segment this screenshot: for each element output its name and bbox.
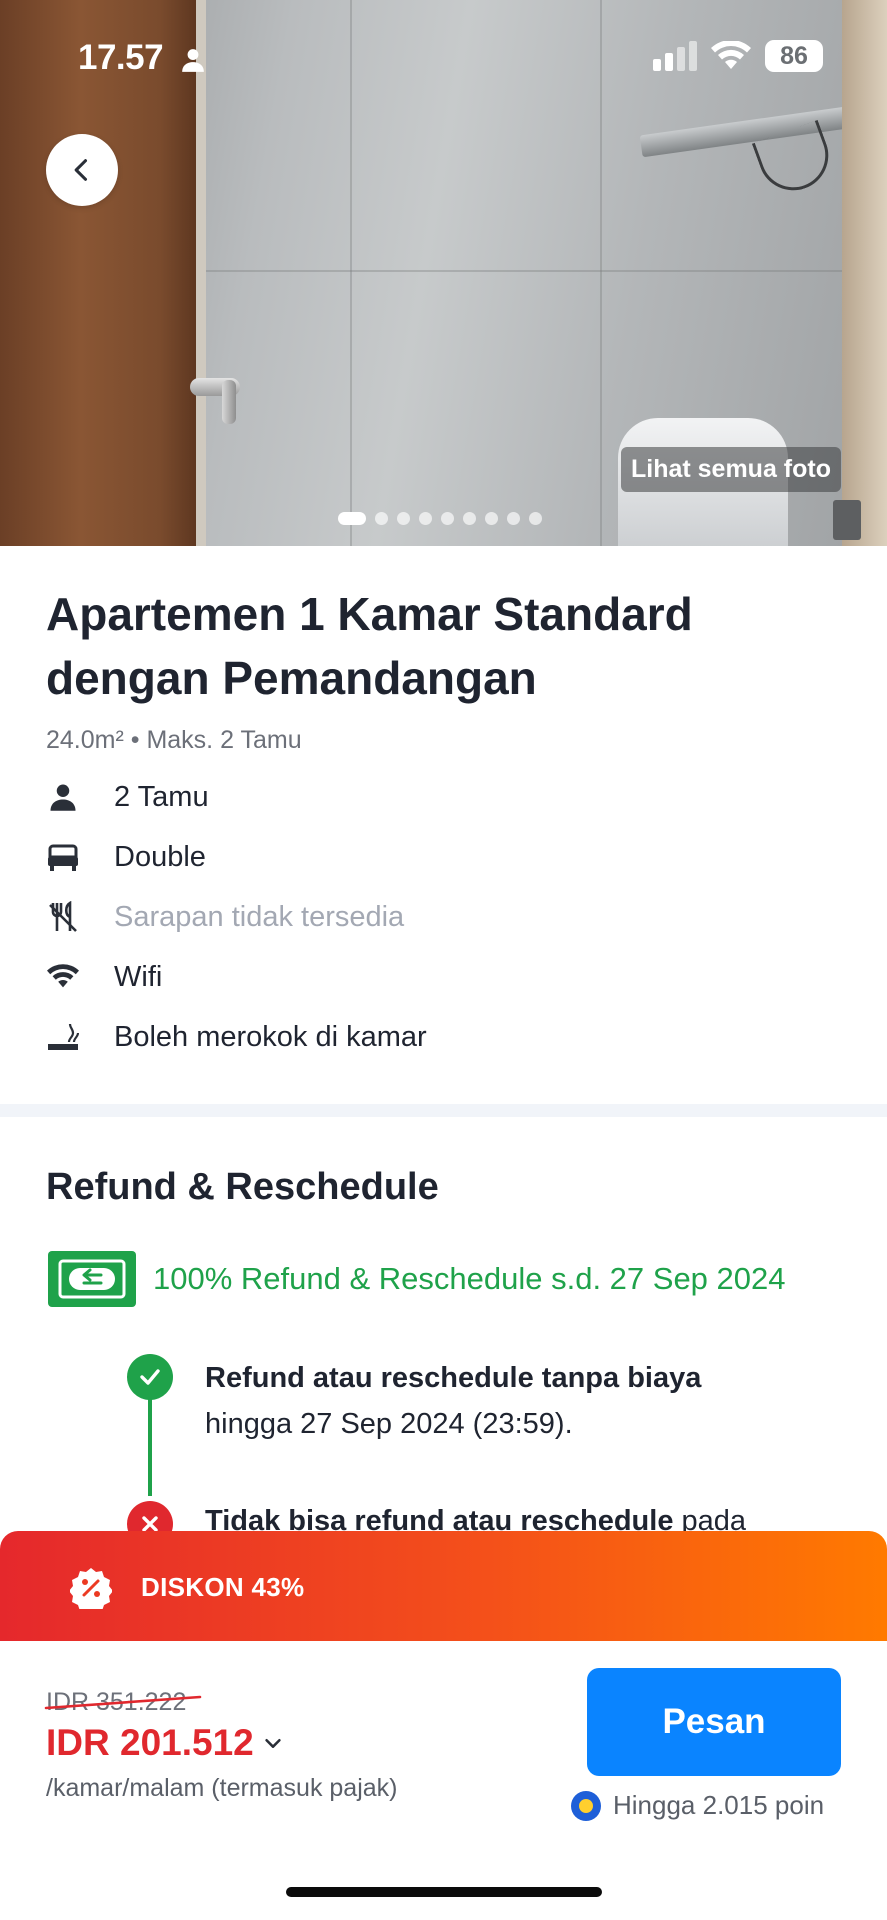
discount-label: DISKON 43% <box>141 1572 305 1602</box>
points-label: Hingga 2.015 poin <box>613 1790 825 1820</box>
feature-label: Double <box>114 840 206 873</box>
photo-door <box>0 0 200 546</box>
discount-badge-icon <box>70 1568 112 1609</box>
timeline-free-refund-title: Refund atau reschedule tanpa biaya <box>205 1362 702 1394</box>
status-icons: 86 <box>653 40 823 72</box>
discount-banner <box>0 1531 887 1641</box>
wifi-icon <box>46 960 80 994</box>
person-icon <box>182 49 204 72</box>
photo-wall <box>842 0 887 546</box>
feature-wifi: Wifi <box>46 960 162 994</box>
price-strikethrough <box>44 1695 202 1710</box>
refund-policy-summary: 100% Refund & Reschedule s.d. 27 Sep 202… <box>153 1261 786 1296</box>
carousel-dot-active[interactable] <box>338 512 366 525</box>
photo-door-handle <box>222 380 236 424</box>
status-time: 17.57 <box>78 38 164 77</box>
carousel-dot[interactable] <box>485 512 498 525</box>
refund-section-title: Refund & Reschedule <box>46 1166 439 1208</box>
feature-smoking: Boleh merokok di kamar <box>46 1020 427 1054</box>
carousel-dot[interactable] <box>463 512 476 525</box>
carousel-dots <box>338 512 542 525</box>
photo-detail <box>350 0 352 546</box>
battery-icon: 86 <box>765 40 823 72</box>
carousel-dot[interactable] <box>441 512 454 525</box>
feature-bed: Double <box>46 840 206 874</box>
back-button[interactable] <box>46 134 118 206</box>
check-icon <box>127 1354 173 1400</box>
carousel-dot[interactable] <box>419 512 432 525</box>
chevron-left-icon <box>74 159 88 181</box>
feature-guests: 2 Tamu <box>46 780 209 814</box>
refund-money-icon <box>48 1251 136 1307</box>
carousel-dot[interactable] <box>507 512 520 525</box>
home-indicator[interactable] <box>286 1887 602 1897</box>
book-button[interactable]: Pesan <box>587 1668 841 1776</box>
feature-label: Sarapan tidak tersedia <box>114 900 405 933</box>
photo-door-edge <box>196 0 206 546</box>
feature-label: Wifi <box>114 960 163 993</box>
reward-points: Hingga 2.015 poin <box>571 1790 824 1821</box>
bed-icon <box>46 840 80 874</box>
room-size-capacity: 24.0m² • Maks. 2 Tamu <box>46 726 302 754</box>
see-all-photos-button[interactable]: Lihat semua foto <box>620 447 841 492</box>
photo-outlet <box>833 500 861 540</box>
room-title: Apartemen 1 Kamar Standard dengan Pemand… <box>46 588 693 704</box>
photo-detail <box>600 0 602 546</box>
coin-icon <box>571 1790 601 1821</box>
feature-label: Boleh merokok di kamar <box>114 1020 427 1053</box>
carousel-dot[interactable] <box>397 512 410 525</box>
no-breakfast-icon <box>46 900 80 934</box>
carousel-dot[interactable] <box>375 512 388 525</box>
timeline-free-refund: Refund atau reschedule tanpa biaya hingg… <box>205 1355 845 1447</box>
price-breakdown-toggle[interactable]: IDR 201.512 <box>46 1722 284 1764</box>
photo-detail <box>206 270 846 272</box>
carousel-dot[interactable] <box>529 512 542 525</box>
cellular-signal-icon <box>653 41 697 71</box>
price-unit: /kamar/malam (termasuk pajak) <box>46 1774 398 1802</box>
wifi-icon <box>711 41 751 69</box>
feature-breakfast: Sarapan tidak tersedia <box>46 900 404 934</box>
chevron-down-icon[interactable] <box>262 1732 284 1754</box>
smoking-icon <box>46 1020 80 1054</box>
person-icon <box>46 780 80 814</box>
discounted-price: IDR 201.512 <box>46 1722 254 1763</box>
section-divider <box>0 1104 887 1117</box>
timeline-free-refund-detail: hingga 27 Sep 2024 (23:59). <box>205 1408 573 1440</box>
feature-label: 2 Tamu <box>114 780 209 813</box>
timeline-connector <box>148 1396 152 1496</box>
